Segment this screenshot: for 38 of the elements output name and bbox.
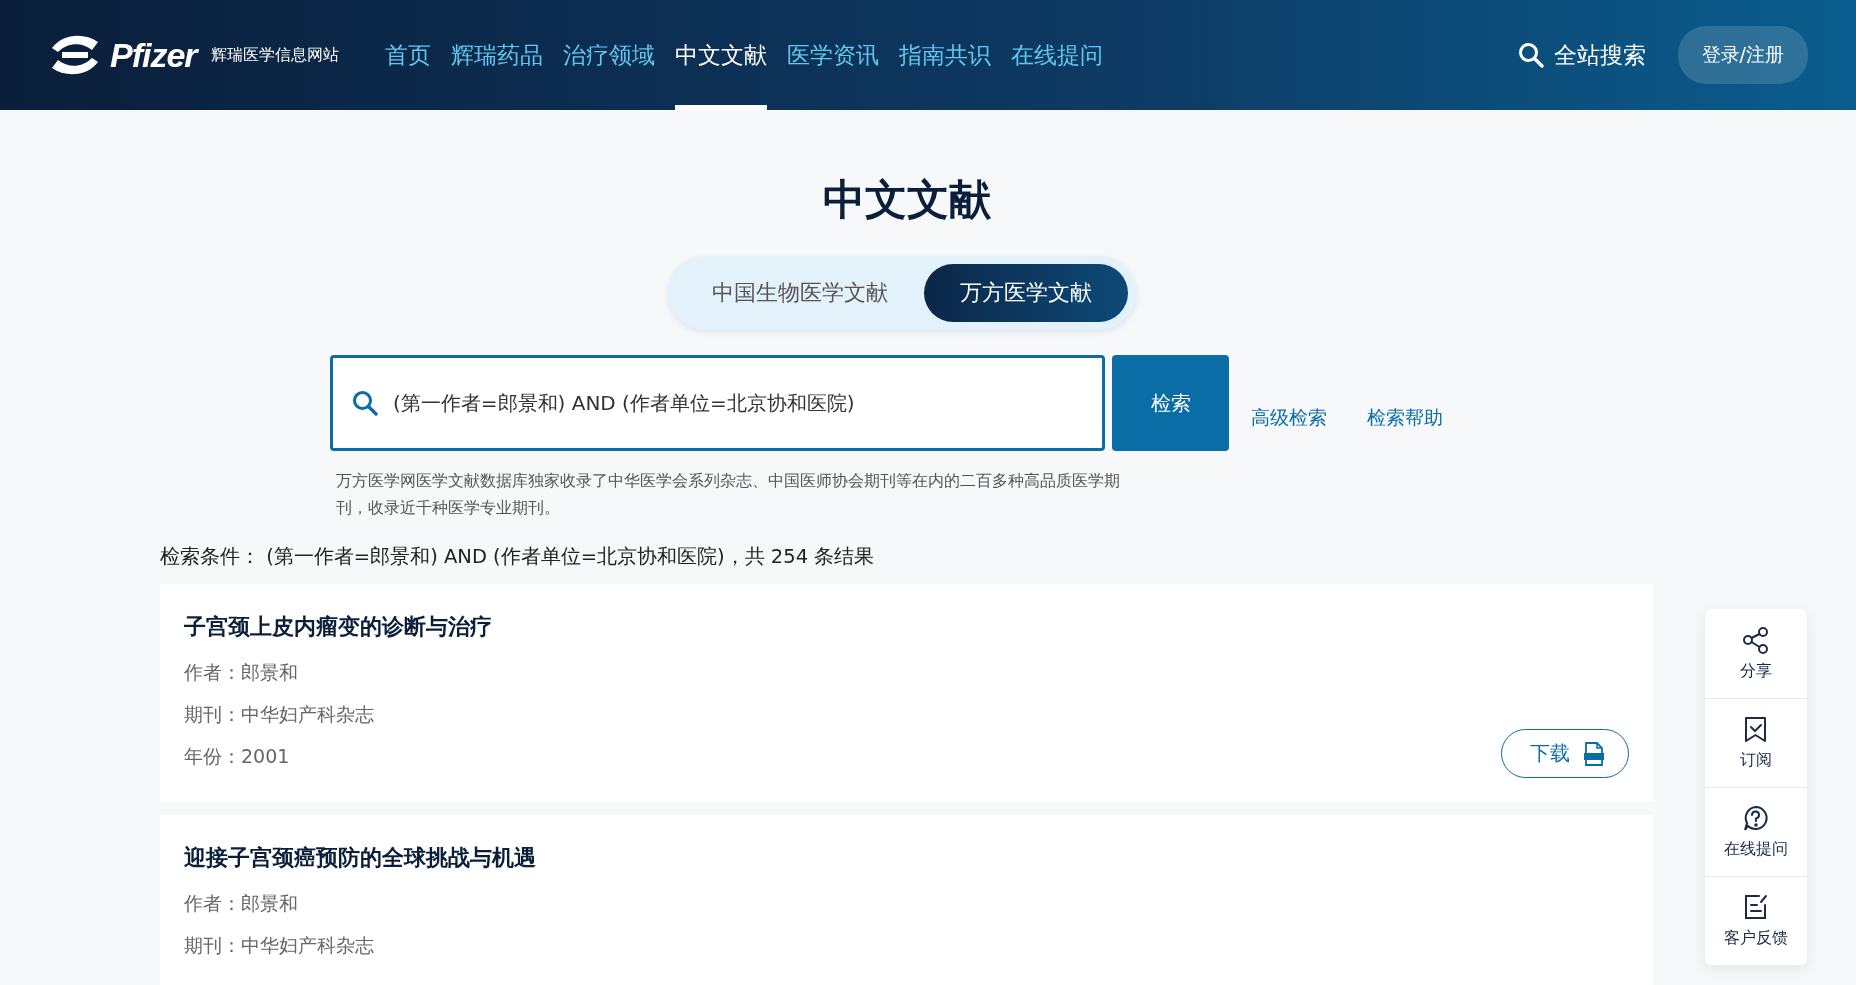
side-tool-button[interactable]: 在线提问 — [1705, 787, 1807, 876]
side-tool-button[interactable]: 订阅 — [1705, 698, 1807, 787]
search-link[interactable]: 检索帮助 — [1367, 405, 1443, 431]
site-search-link[interactable]: 全站搜索 — [1517, 39, 1646, 71]
article-meta: 期刊：中华妇产科杂志 — [184, 933, 374, 958]
article-title[interactable]: 子宫颈上皮内瘤变的诊断与治疗 — [184, 612, 492, 642]
edit-note-icon — [1742, 893, 1770, 922]
nav-link[interactable]: 辉瑞药品 — [450, 0, 543, 110]
nav-link[interactable]: 首页 — [384, 0, 431, 110]
search-icon — [352, 390, 378, 416]
share-icon — [1742, 625, 1770, 655]
logo-text[interactable]: Pfizer — [110, 35, 197, 75]
source-tab[interactable]: 万方医学文献 — [923, 264, 1128, 322]
page-title: 中文文献 — [821, 174, 992, 226]
article-meta: 期刊：中华妇产科杂志 — [184, 702, 374, 727]
question-bubble-icon — [1742, 804, 1770, 833]
login-button[interactable]: 登录/注册 — [1677, 26, 1808, 84]
nav-link[interactable]: 医学资讯 — [786, 0, 879, 110]
pdf-file-icon — [1584, 741, 1604, 766]
nav-link[interactable]: 治疗领域 — [562, 0, 655, 110]
article-meta: 作者：郎景和 — [184, 891, 298, 916]
nav-link[interactable]: 在线提问 — [1010, 0, 1103, 110]
source-tab[interactable]: 中国生物医学文献 — [675, 264, 924, 322]
search-button[interactable]: 检索 — [1112, 355, 1229, 451]
site-name: 辉瑞医学信息网站 — [210, 44, 339, 66]
nav-link[interactable]: 指南共识 — [898, 0, 991, 110]
download-button[interactable]: 下载 — [1501, 729, 1629, 778]
database-description: 万方医学网医学文献数据库独家收录了中华医学会系列杂志、中国医师协会期刊等在内的二百多种高品质医学期刊，收录近千种医学专业期刊。 — [336, 470, 1121, 519]
result-summary: 检索条件： (第一作者=郎景和) AND (作者单位=北京协和医院)，共 254 条结果 — [160, 544, 876, 570]
search-link[interactable]: 高级检索 — [1251, 405, 1327, 431]
side-tool-button[interactable]: 客户反馈 — [1705, 876, 1807, 965]
search-field[interactable]: (第一作者=郎景和) AND (作者单位=北京协和医院) — [330, 355, 1105, 451]
article-meta: 作者：郎景和 — [184, 660, 298, 685]
side-tool-button[interactable]: 分享 — [1705, 609, 1807, 698]
article-title[interactable]: 迎接子宫颈癌预防的全球挑战与机遇 — [184, 843, 536, 873]
nav-link[interactable]: 中文文献 — [674, 0, 767, 110]
article-meta: 年份：2001 — [184, 744, 290, 769]
search-icon — [1517, 42, 1544, 68]
